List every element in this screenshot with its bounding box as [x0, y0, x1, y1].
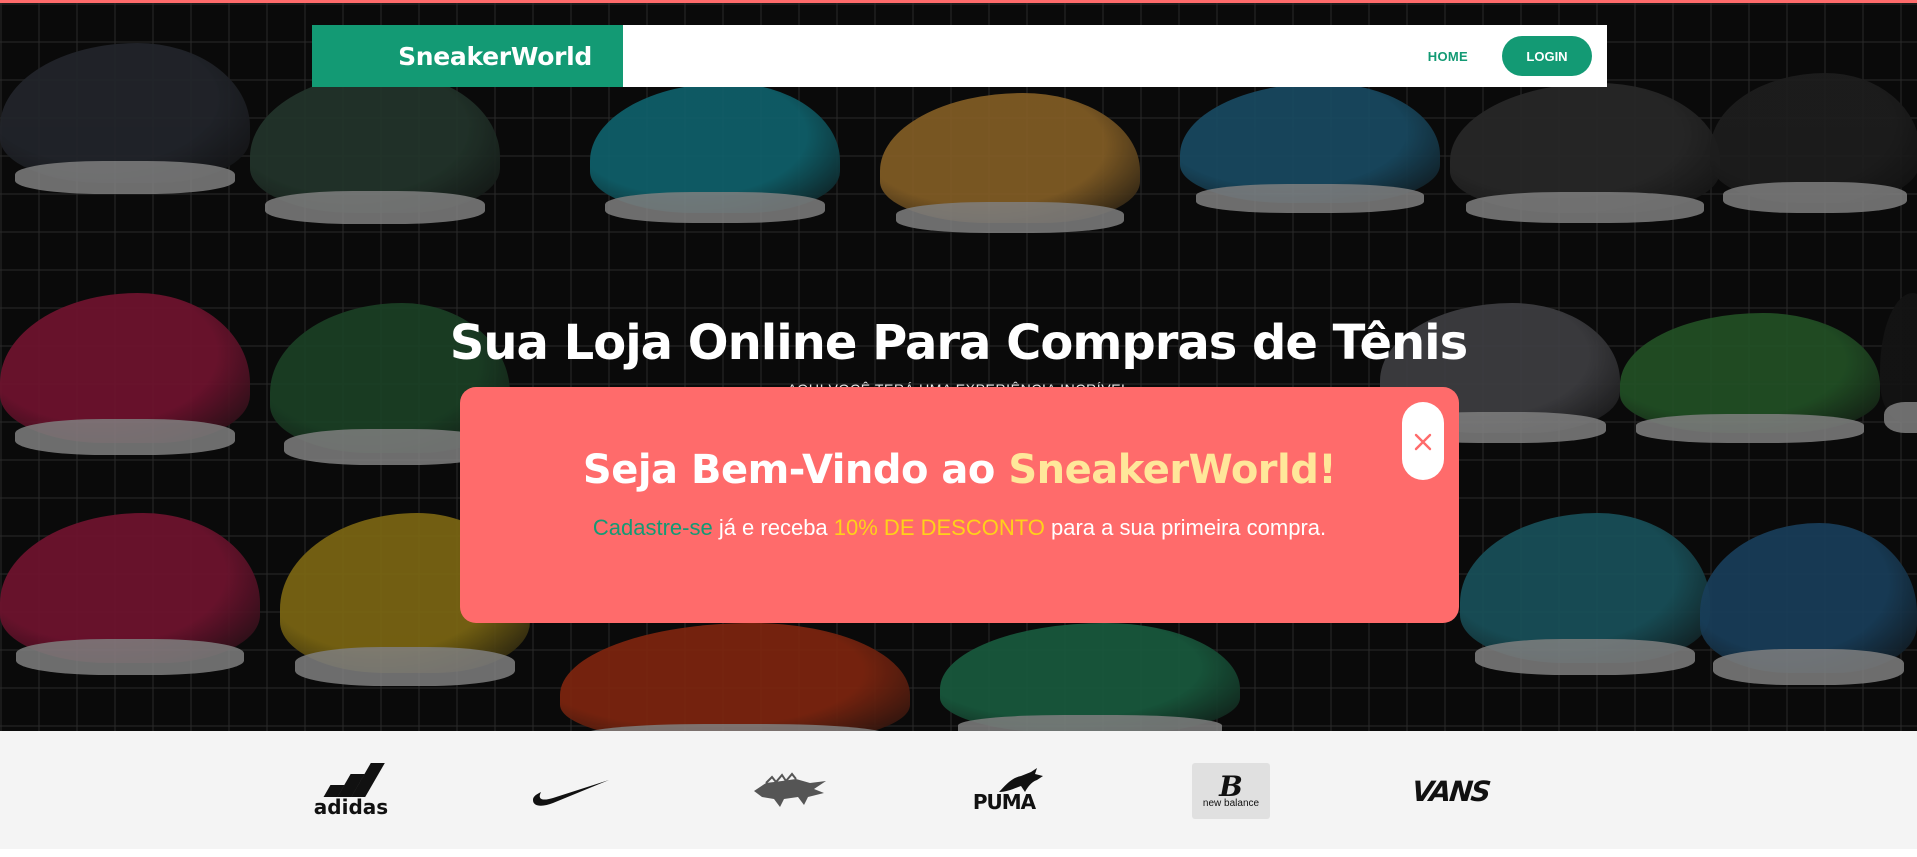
adidas-stripes-icon [321, 763, 385, 797]
new-balance-logo[interactable]: B new balance [1192, 763, 1270, 819]
discount-highlight: 10% DE DESCONTO [833, 515, 1045, 540]
puma-logo[interactable]: PUMA [968, 763, 1052, 819]
new-balance-wordmark: new balance [1202, 798, 1260, 809]
new-balance-mark: B [1219, 770, 1243, 803]
nike-logo[interactable] [530, 763, 612, 819]
modal-title-brand: SneakerWorld! [1008, 447, 1337, 493]
brands-strip: adidas PUMA B new balance VANS [0, 731, 1917, 849]
hero-title: Sua Loja Online Para Compras de Tênis [449, 315, 1468, 371]
modal-text-end: para a sua primeira compra. [1044, 515, 1327, 540]
nav-home-link[interactable]: HOME [1428, 49, 1468, 64]
vans-wordmark: VANS [1410, 774, 1492, 808]
modal-title: Seja Bem-Vindo ao SneakerWorld! [460, 447, 1459, 493]
login-button[interactable]: LOGIN [1502, 36, 1592, 76]
nav-links: HOME LOGIN [1428, 36, 1607, 76]
vans-logo[interactable]: VANS [1410, 763, 1492, 819]
brand-logo[interactable]: SneakerWorld [312, 25, 623, 87]
adidas-wordmark: adidas [313, 795, 389, 819]
lacoste-logo[interactable] [752, 763, 828, 819]
nike-swoosh-icon [533, 780, 609, 806]
modal-title-prefix: Seja Bem-Vindo ao [582, 447, 1009, 493]
puma-wordmark: PUMA [972, 790, 1036, 814]
modal-message: Cadastre-se já e receba 10% DE DESCONTO … [460, 515, 1459, 541]
adidas-logo[interactable]: adidas [310, 763, 392, 819]
navbar: SneakerWorld HOME LOGIN [312, 25, 1607, 87]
welcome-modal: Seja Bem-Vindo ao SneakerWorld! Cadastre… [460, 387, 1459, 623]
crocodile-icon [754, 772, 826, 807]
signup-link[interactable]: Cadastre-se [593, 515, 713, 540]
modal-text-middle: já e receba [712, 515, 834, 540]
